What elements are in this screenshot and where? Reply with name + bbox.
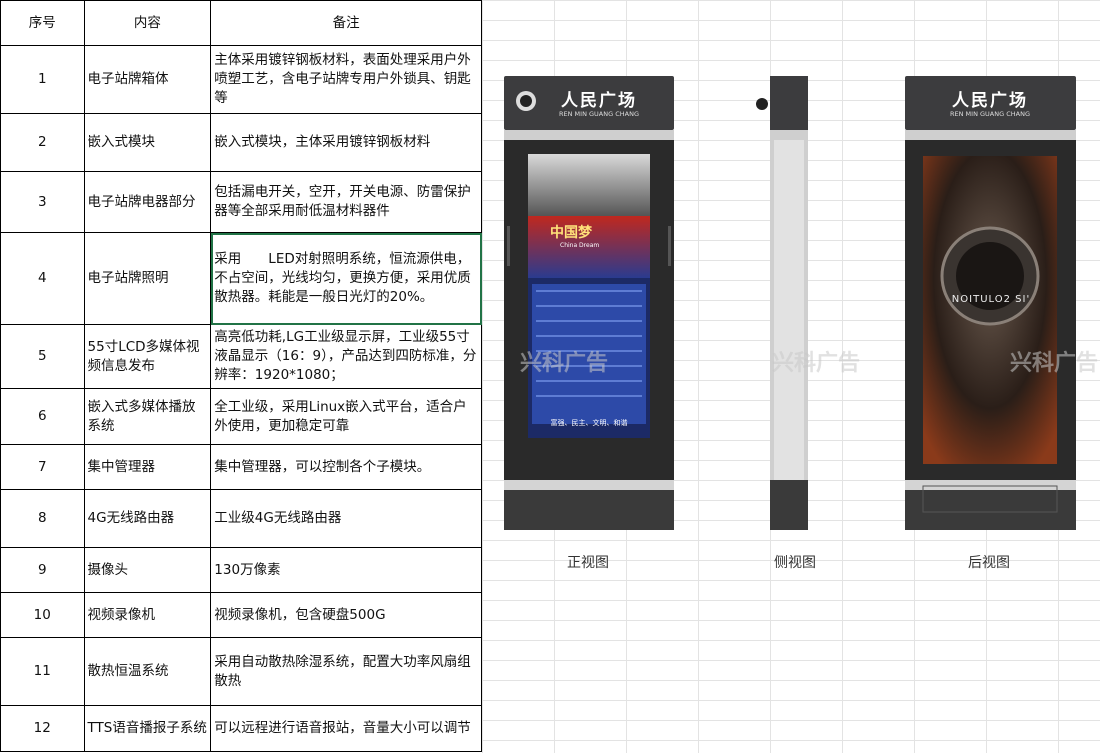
front-view-caption: 正视图 [567, 555, 609, 571]
table-row: 5 55寸LCD多媒体视频信息发布 高亮低功耗,LG工业级显示屏，工业级55寸液… [0, 324, 482, 389]
front-screen-banner-sub: China Dream [560, 242, 600, 249]
cell-note[interactable]: 视频录像机，包含硬盘500G [210, 592, 482, 638]
cell-no[interactable]: 7 [0, 444, 85, 490]
cell-note[interactable]: 全工业级，采用Linux嵌入式平台，适合户外使用，更加稳定可靠 [210, 388, 482, 445]
cell-note[interactable]: 工业级4G无线路由器 [210, 489, 482, 548]
cell-item[interactable]: TTS语音播报子系统 [83, 705, 212, 752]
table-row: 9 摄像头 130万像素 [0, 547, 482, 593]
table-row: 1 电子站牌箱体 主体采用镀锌钢板材料，表面处理采用户外喷塑工艺，含电子站牌专用… [0, 45, 482, 114]
spec-table: 序号 内容 备注 1 电子站牌箱体 主体采用镀锌钢板材料，表面处理采用户外喷塑工… [0, 0, 482, 752]
back-view-caption: 后视图 [968, 555, 1010, 571]
cell-no[interactable]: 4 [0, 232, 85, 325]
cell-item[interactable]: 电子站牌箱体 [83, 45, 212, 114]
cell-note[interactable]: 包括漏电开关，空开，开关电源、防雷保护器等全部采用耐低温材料器件 [210, 171, 482, 233]
table-row: 11 散热恒温系统 采用自动散热除湿系统，配置大功率风扇组散热 [0, 637, 482, 706]
cell-item[interactable]: 嵌入式多媒体播放系统 [83, 388, 212, 445]
cell-no[interactable]: 12 [0, 705, 85, 752]
table-row: 7 集中管理器 集中管理器，可以控制各个子模块。 [0, 444, 482, 490]
back-station-name: 人民广场 [952, 91, 1028, 111]
cell-no[interactable]: 10 [0, 592, 85, 638]
front-station-name: 人民广场 [561, 91, 637, 111]
cell-no[interactable]: 8 [0, 489, 85, 548]
back-poster-text: NOITULO2 SI' [951, 294, 1031, 305]
cell-note[interactable]: 嵌入式模块，主体采用镀锌钢板材料 [210, 113, 482, 172]
cell-no[interactable]: 3 [0, 171, 85, 233]
front-view-kiosk: 人民广场 REN MIN GUANG CHANG 中国梦 China Dream… [504, 76, 674, 530]
front-station-pinyin: REN MIN GUANG CHANG [559, 110, 639, 118]
table-row: 4 电子站牌照明 采用 LED对射照明系统，恒流源供电，不占空间，光线均匀，更换… [0, 232, 482, 325]
cell-item[interactable]: 集中管理器 [83, 444, 212, 490]
header-note[interactable]: 备注 [210, 0, 482, 46]
cell-item[interactable]: 嵌入式模块 [83, 113, 212, 172]
front-view-graphic [504, 76, 674, 530]
cell-note[interactable]: 130万像素 [210, 547, 482, 593]
table-row: 3 电子站牌电器部分 包括漏电开关，空开，开关电源、防雷保护器等全部采用耐低温材… [0, 171, 482, 233]
back-station-pinyin: REN MIN GUANG CHANG [950, 110, 1030, 118]
cell-item[interactable]: 电子站牌照明 [83, 232, 212, 325]
cell-item[interactable]: 视频录像机 [83, 592, 212, 638]
cell-note[interactable]: 主体采用镀锌钢板材料，表面处理采用户外喷塑工艺，含电子站牌专用户外锁具、钥匙等 [210, 45, 482, 114]
cell-item[interactable]: 摄像头 [83, 547, 212, 593]
cell-no[interactable]: 9 [0, 547, 85, 593]
header-item[interactable]: 内容 [83, 0, 212, 46]
cell-note[interactable]: 采用自动散热除湿系统，配置大功率风扇组散热 [210, 637, 482, 706]
cell-no[interactable]: 1 [0, 45, 85, 114]
back-view-kiosk: 人民广场 REN MIN GUANG CHANG NOITULO2 SI' [905, 76, 1076, 530]
cell-no[interactable]: 6 [0, 388, 85, 445]
side-view-kiosk [752, 76, 812, 530]
cell-note[interactable]: 集中管理器，可以控制各个子模块。 [210, 444, 482, 490]
cell-item[interactable]: 55寸LCD多媒体视频信息发布 [83, 324, 212, 389]
cell-no[interactable]: 5 [0, 324, 85, 389]
cell-no[interactable]: 2 [0, 113, 85, 172]
table-header-row: 序号 内容 备注 [0, 0, 482, 46]
cell-item[interactable]: 4G无线路由器 [83, 489, 212, 548]
table-row: 10 视频录像机 视频录像机，包含硬盘500G [0, 592, 482, 638]
side-view-caption: 侧视图 [774, 555, 816, 571]
front-screen-banner: 中国梦 [550, 225, 592, 241]
table-row: 6 嵌入式多媒体播放系统 全工业级，采用Linux嵌入式平台，适合户外使用，更加… [0, 388, 482, 445]
cell-note[interactable]: 高亮低功耗,LG工业级显示屏，工业级55寸液晶显示（16：9），产品达到四防标准… [210, 324, 482, 389]
cell-item[interactable]: 散热恒温系统 [83, 637, 212, 706]
table-row: 2 嵌入式模块 嵌入式模块，主体采用镀锌钢板材料 [0, 113, 482, 172]
cell-note-selected[interactable]: 采用 LED对射照明系统，恒流源供电，不占空间，光线均匀，更换方便，采用优质散热… [210, 232, 482, 325]
side-view-graphic [756, 76, 808, 530]
cell-no[interactable]: 11 [0, 637, 85, 706]
cell-item[interactable]: 电子站牌电器部分 [83, 171, 212, 233]
table-row: 12 TTS语音播报子系统 可以远程进行语音报站，音量大小可以调节 [0, 705, 482, 752]
cell-note[interactable]: 可以远程进行语音报站，音量大小可以调节 [210, 705, 482, 752]
front-screen-footer: 富强、民主、文明、和谐 [550, 419, 628, 427]
header-no[interactable]: 序号 [0, 0, 85, 46]
table-row: 8 4G无线路由器 工业级4G无线路由器 [0, 489, 482, 548]
